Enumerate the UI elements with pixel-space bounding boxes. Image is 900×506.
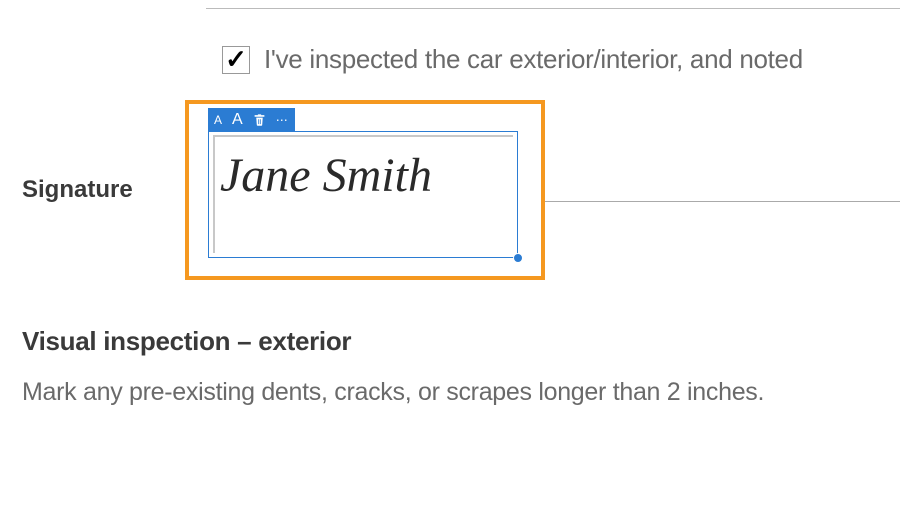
decrease-font-button[interactable]: A	[212, 113, 224, 127]
checkmark-icon: ✓	[225, 46, 247, 72]
inspection-checkbox[interactable]: ✓	[222, 46, 250, 74]
form-field-underline-top	[206, 8, 900, 9]
inspection-checkbox-label: I've inspected the car exterior/interior…	[264, 44, 803, 75]
resize-handle[interactable]	[513, 253, 523, 263]
trash-icon	[253, 113, 266, 127]
section-body: Mark any pre-existing dents, cracks, or …	[22, 378, 764, 407]
more-options-button[interactable]: ⋯	[274, 114, 291, 126]
signature-value[interactable]: Jane Smith	[220, 148, 432, 203]
signature-label: Signature	[22, 176, 133, 204]
inspection-checkbox-row: ✓ I've inspected the car exterior/interi…	[222, 44, 803, 75]
delete-button[interactable]	[251, 113, 268, 127]
increase-font-button[interactable]: A	[230, 111, 245, 129]
section-heading: Visual inspection – exterior	[22, 326, 351, 357]
signature-toolbar: A A ⋯	[208, 108, 295, 132]
